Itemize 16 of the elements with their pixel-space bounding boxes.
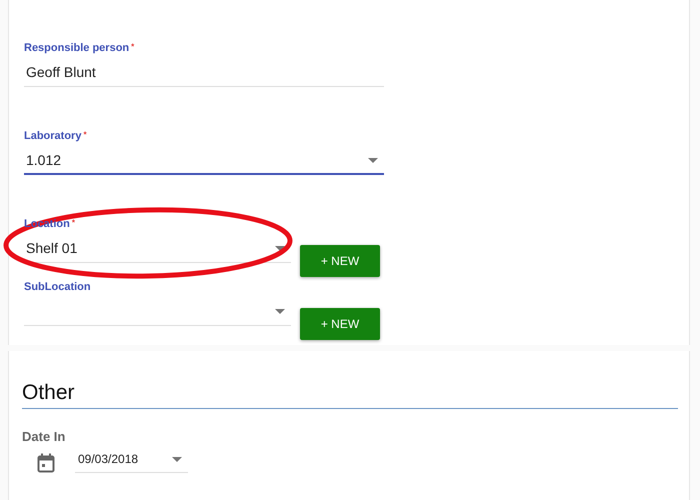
field-label: Responsible person * [24,42,134,56]
field-label: SubLocation [24,281,91,295]
section-title: Other [22,381,678,409]
new-button[interactable]: + NEW [300,308,380,340]
date-label: Date In [22,429,66,444]
text-field[interactable]: Responsible person * Geoff Blunt [24,42,384,87]
date-field[interactable]: 09/03/2018 [75,452,188,473]
select-field[interactable]: SubLocation [24,281,291,326]
dropdown-caret-icon [275,308,285,314]
calendar-icon[interactable] [37,452,55,472]
new-button[interactable]: + NEW [300,245,380,277]
dropdown-caret-icon [172,456,182,462]
dropdown-caret-icon [275,246,285,250]
dropdown-caret-icon [368,158,378,162]
select-field[interactable]: Laboratory * 1.012 [24,130,384,175]
field-label: Laboratory * [24,130,87,144]
